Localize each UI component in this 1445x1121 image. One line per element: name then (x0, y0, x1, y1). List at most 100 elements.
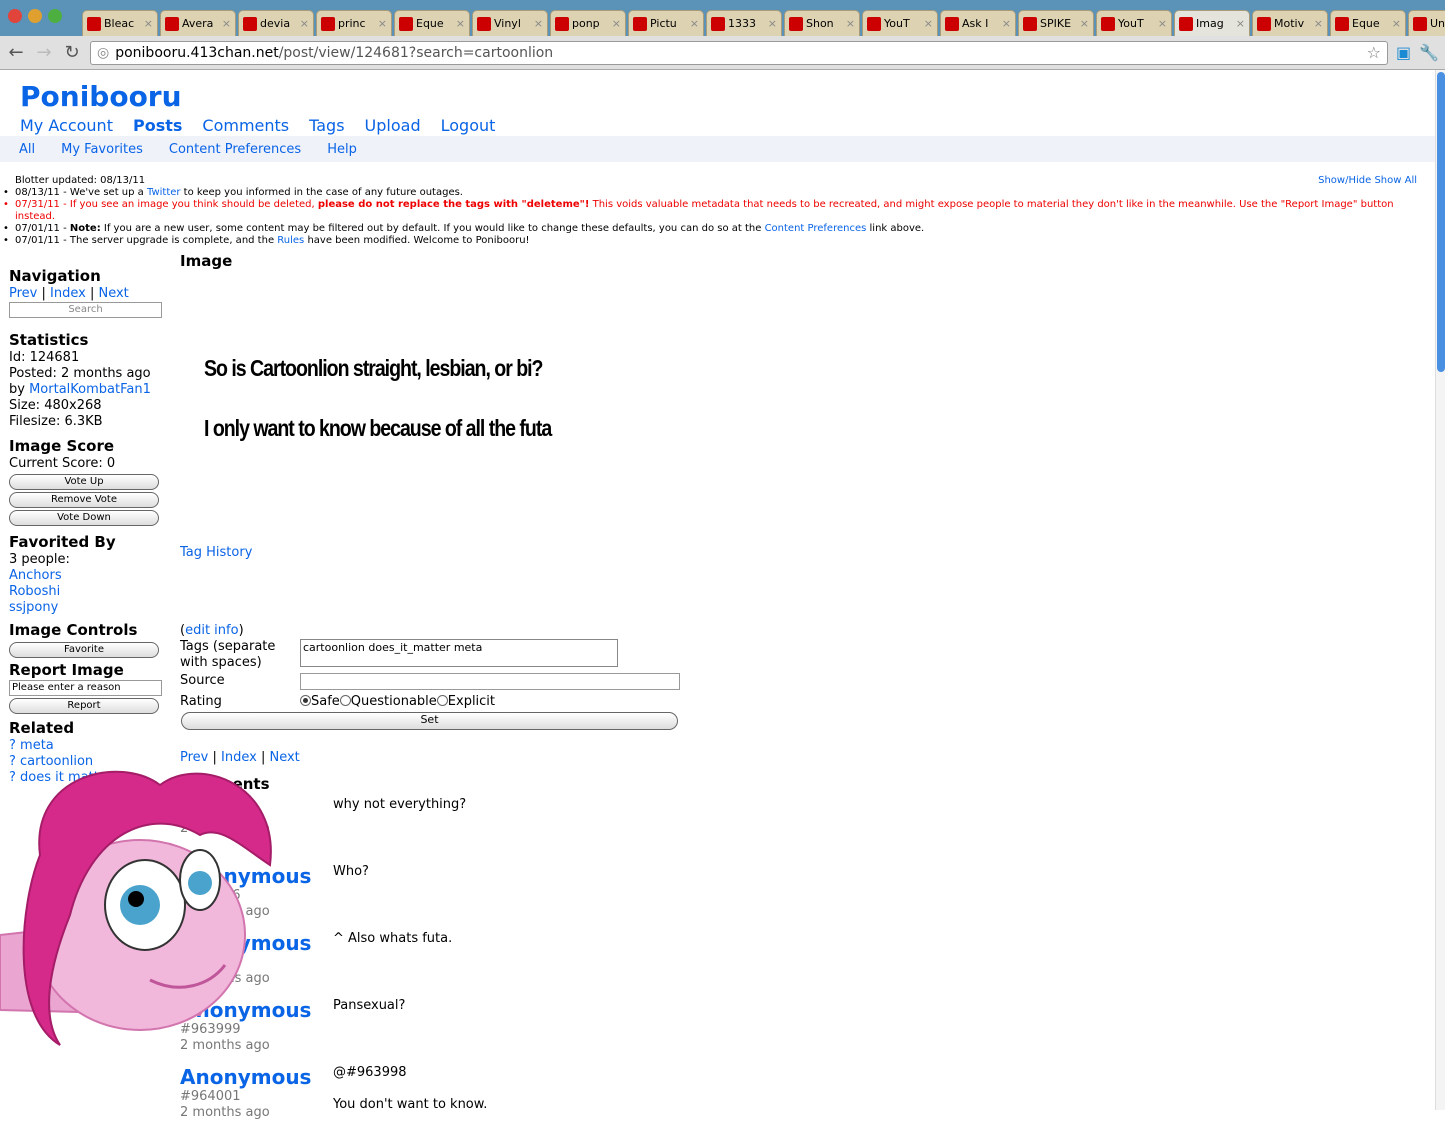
subnav-link-content-preferences[interactable]: Content Preferences (169, 142, 301, 157)
bookmark-star-icon[interactable]: ☆ (1367, 43, 1381, 62)
tab-favicon-icon (789, 16, 803, 31)
favorited-heading: Favorited By (9, 533, 116, 551)
browser-tab[interactable]: Eque × (394, 10, 470, 36)
browser-tab[interactable]: ponp × (550, 10, 626, 36)
browser-tab[interactable]: princ × (316, 10, 392, 36)
index-link[interactable]: Index (50, 286, 86, 301)
tab-close-icon[interactable]: × (846, 17, 855, 30)
browser-tab[interactable]: devia × (238, 10, 314, 36)
tab-close-icon[interactable]: × (378, 17, 387, 30)
nav-link-tags[interactable]: Tags (309, 116, 344, 135)
browser-tab[interactable]: Bleac × (82, 10, 158, 36)
tab-close-icon[interactable]: × (612, 17, 621, 30)
zoom-window-button[interactable] (48, 9, 62, 23)
blotter-toggle-link[interactable]: Show/Hide Show All (1318, 175, 1417, 187)
index-link[interactable]: Index (221, 750, 257, 765)
comment-author-link[interactable]: Anonymous (180, 864, 780, 888)
uploader-link[interactable]: MortalKombatFan1 (29, 382, 151, 397)
nav-link-comments[interactable]: Comments (202, 116, 289, 135)
tab-close-icon[interactable]: × (300, 17, 309, 30)
tags-input[interactable]: cartoonlion does_it_matter meta (300, 639, 618, 667)
subnav-link-all[interactable]: All (19, 142, 35, 157)
browser-tab[interactable]: Avera × (160, 10, 236, 36)
browser-tab[interactable]: Shon × (784, 10, 860, 36)
browser-tab[interactable]: YouT × (1096, 10, 1172, 36)
vote-up-button[interactable]: Vote Up (9, 474, 159, 490)
comment: Anonymous #964001 2 months ago @#963998 You … (180, 1065, 780, 1121)
browser-tab[interactable]: Vinyl × (472, 10, 548, 36)
back-button[interactable]: ← (6, 42, 26, 63)
comment-author-link[interactable]: Anonymous (180, 931, 780, 955)
related-tag-link[interactable]: ? does it matter (9, 770, 112, 785)
prev-link[interactable]: Prev (9, 286, 37, 301)
tab-close-icon[interactable]: × (1236, 17, 1245, 30)
vote-down-button[interactable]: Vote Down (9, 510, 159, 526)
forward-button[interactable]: → (34, 42, 54, 63)
browser-tab[interactable]: Imag × (1174, 10, 1250, 36)
blotter-link[interactable]: Content Preferences (765, 223, 867, 234)
subnav-link-my-favorites[interactable]: My Favorites (61, 142, 143, 157)
browser-tab[interactable]: Pictu × (628, 10, 704, 36)
related-tag-link[interactable]: ? cartoonlion (9, 754, 93, 769)
set-button[interactable]: Set (181, 712, 678, 730)
tab-favicon-icon (1179, 16, 1193, 31)
wrench-icon[interactable]: 🔧 (1419, 43, 1439, 62)
rating-radio-safe[interactable] (300, 695, 311, 706)
favorited-user-link[interactable]: Roboshi (9, 584, 60, 599)
scrollbar-thumb[interactable] (1437, 72, 1445, 372)
tab-close-icon[interactable]: × (534, 17, 543, 30)
tab-favicon-icon (243, 16, 257, 31)
favorited-user-link[interactable]: ssjpony (9, 600, 58, 615)
related-tag-link[interactable]: ? meta (9, 738, 54, 753)
nav-link-upload[interactable]: Upload (365, 116, 421, 135)
tab-close-icon[interactable]: × (690, 17, 699, 30)
rating-radio-questionable[interactable] (339, 695, 351, 706)
tab-close-icon[interactable]: × (1080, 17, 1089, 30)
browser-tab[interactable]: Motiv × (1252, 10, 1328, 36)
browser-tab[interactable]: Ask I × (940, 10, 1016, 36)
close-window-button[interactable] (8, 9, 22, 23)
edit-info-link[interactable]: edit info (185, 623, 238, 638)
blotter-link[interactable]: Twitter (147, 187, 181, 198)
tab-close-icon[interactable]: × (144, 17, 153, 30)
tag-history-link[interactable]: Tag History (180, 545, 252, 560)
address-bar[interactable]: ◎ ponibooru.413chan.net/post/view/124681… (90, 40, 1388, 65)
remove-vote-button[interactable]: Remove Vote (9, 492, 159, 508)
tab-close-icon[interactable]: × (222, 17, 231, 30)
reload-button[interactable]: ↻ (62, 42, 82, 63)
blotter-link[interactable]: Rules (277, 235, 304, 246)
nav-link-posts[interactable]: Posts (133, 116, 182, 135)
prev-link[interactable]: Prev (180, 750, 208, 765)
page-scrollbar[interactable] (1435, 70, 1445, 1110)
tab-close-icon[interactable]: × (1392, 17, 1401, 30)
next-link[interactable]: Next (269, 750, 299, 765)
nav-link-logout[interactable]: Logout (441, 116, 496, 135)
site-title[interactable]: Ponibooru (20, 80, 182, 113)
search-input[interactable]: Search (9, 302, 162, 318)
browser-tab[interactable]: SPIKE × (1018, 10, 1094, 36)
browser-tab[interactable]: YouT × (862, 10, 938, 36)
blotter: Blotter updated: 08/13/11 Show/Hide Show… (0, 175, 1430, 247)
report-reason-input[interactable]: Please enter a reason (9, 680, 162, 696)
tab-close-icon[interactable]: × (768, 17, 777, 30)
rating-radio-explicit[interactable] (436, 695, 448, 706)
tab-close-icon[interactable]: × (924, 17, 933, 30)
minimize-window-button[interactable] (28, 9, 42, 23)
tab-close-icon[interactable]: × (456, 17, 465, 30)
source-input[interactable] (300, 673, 680, 690)
tab-close-icon[interactable]: × (1002, 17, 1011, 30)
extension-icon[interactable]: ▣ (1396, 43, 1411, 62)
tab-close-icon[interactable]: × (1314, 17, 1323, 30)
subnav-link-help[interactable]: Help (327, 142, 357, 157)
browser-tab[interactable]: Undr× (1408, 10, 1445, 36)
favorite-button[interactable]: Favorite (9, 642, 159, 658)
comment-author-link[interactable]: Anonymous (180, 998, 780, 1022)
nav-link-my-account[interactable]: My Account (20, 116, 113, 135)
next-link[interactable]: Next (98, 286, 128, 301)
favorited-user-link[interactable]: Anchors (9, 568, 62, 583)
browser-tab[interactable]: 1333 × (706, 10, 782, 36)
tab-close-icon[interactable]: × (1158, 17, 1167, 30)
comment-author-link[interactable]: Bunyip (180, 797, 780, 821)
report-button[interactable]: Report (9, 698, 159, 714)
browser-tab[interactable]: Eque × (1330, 10, 1406, 36)
